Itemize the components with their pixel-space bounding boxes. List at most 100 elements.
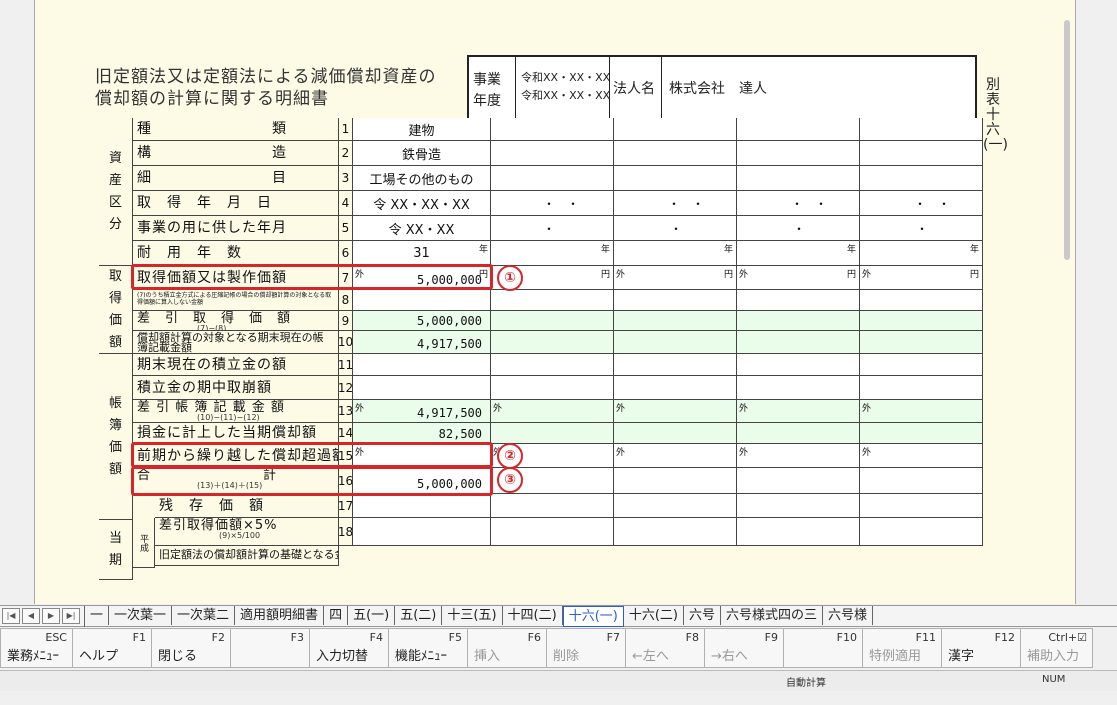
col5-row-18[interactable] <box>860 518 983 546</box>
col3-row-9[interactable] <box>614 311 737 331</box>
sheet-tab-3[interactable]: 適用額明細書 <box>235 605 325 625</box>
col4-row-15[interactable]: 外 <box>737 444 860 468</box>
col5-row-5[interactable]: ・ <box>860 216 983 241</box>
col3-row-6[interactable]: 年 <box>614 241 737 266</box>
col3-row-13[interactable]: 外 <box>614 400 737 423</box>
sheet-tab-10[interactable]: 十六(二) <box>624 605 685 625</box>
col3-row-7[interactable]: 外円 <box>614 266 737 290</box>
col5-row-4[interactable]: ・ ・ <box>860 191 983 216</box>
col5-row-13[interactable]: 外 <box>860 400 983 423</box>
sheet-tab-9[interactable]: 十六(一) <box>562 605 624 627</box>
sheet-tab-8[interactable]: 十四(二) <box>503 605 563 625</box>
fkey-f12-button[interactable]: F12 漢字 <box>941 628 1021 668</box>
col2-row-12[interactable] <box>491 376 614 400</box>
sheet-tab-0[interactable]: 一 <box>85 605 110 625</box>
col5-row-9[interactable] <box>860 311 983 331</box>
sheet-tab-6[interactable]: 五(二) <box>395 605 443 625</box>
col5-row-12[interactable] <box>860 376 983 400</box>
value-cell-9[interactable]: 5,000,000 <box>353 311 491 331</box>
value-cell-14[interactable]: 82,500 <box>353 423 491 444</box>
value-cell-1[interactable]: 建物 <box>353 118 491 141</box>
col4-row-10[interactable] <box>737 331 860 354</box>
col3-row-10[interactable] <box>614 331 737 354</box>
fkey-f3-button[interactable]: F3 <box>230 628 310 668</box>
col2-row-17[interactable] <box>491 494 614 518</box>
col2-row-3[interactable] <box>491 166 614 191</box>
fkey-f1-button[interactable]: F1 ヘルプ <box>72 628 152 668</box>
col3-row-4[interactable]: ・ ・ <box>614 191 737 216</box>
last-sheet-button[interactable]: ▶| <box>62 608 80 624</box>
value-cell-8[interactable] <box>353 290 491 311</box>
col4-row-6[interactable]: 年 <box>737 241 860 266</box>
col4-row-11[interactable] <box>737 354 860 376</box>
col4-row-9[interactable] <box>737 311 860 331</box>
col5-row-3[interactable] <box>860 166 983 191</box>
fkey-f9-button[interactable]: F9 →右へ <box>704 628 784 668</box>
value-cell-2[interactable]: 鉄骨造 <box>353 141 491 166</box>
first-sheet-button[interactable]: |◀ <box>2 608 20 624</box>
sheet-tab-4[interactable]: 四 <box>324 605 349 625</box>
col5-row-2[interactable] <box>860 141 983 166</box>
col3-row-1[interactable] <box>614 118 737 141</box>
fkey-f8-button[interactable]: F8 ←左へ <box>625 628 705 668</box>
value-cell-13[interactable]: 外 4,917,500 <box>353 400 491 423</box>
col3-row-11[interactable] <box>614 354 737 376</box>
fkey-f11-button[interactable]: F11 特例適用 <box>862 628 942 668</box>
value-cell-5[interactable]: 令 XX・XX <box>353 216 491 241</box>
fkey-f4-button[interactable]: F4 入力切替 <box>309 628 389 668</box>
fkey-f7-button[interactable]: F7 削除 <box>546 628 626 668</box>
sheet-tab-12[interactable]: 六号様式四の三 <box>721 605 824 625</box>
col5-row-7[interactable]: 外円 <box>860 266 983 290</box>
col3-row-17[interactable] <box>614 494 737 518</box>
col3-row-15[interactable]: 外 <box>614 444 737 468</box>
col2-row-4[interactable]: ・ ・ <box>491 191 614 216</box>
value-cell-10[interactable]: 4,917,500 <box>353 331 491 354</box>
sheet-tab-5[interactable]: 五(一) <box>348 605 396 625</box>
col5-row-10[interactable] <box>860 331 983 354</box>
col2-row-5[interactable]: ・ <box>491 216 614 241</box>
col2-row-10[interactable] <box>491 331 614 354</box>
col3-row-2[interactable] <box>614 141 737 166</box>
scroll-thumb[interactable] <box>1064 20 1070 260</box>
col2-row-11[interactable] <box>491 354 614 376</box>
col3-row-14[interactable] <box>614 423 737 444</box>
col2-row-6[interactable]: 年 <box>491 241 614 266</box>
sheet-tab-13[interactable]: 六号様 <box>823 605 874 625</box>
value-cell-11[interactable] <box>353 354 491 376</box>
col2-row-14[interactable] <box>491 423 614 444</box>
fkey-f5-button[interactable]: F5 機能ﾒﾆｭｰ <box>388 628 468 668</box>
col2-row-1[interactable] <box>491 118 614 141</box>
col5-row-11[interactable] <box>860 354 983 376</box>
col3-row-16[interactable] <box>614 468 737 494</box>
col5-row-16[interactable] <box>860 468 983 494</box>
value-cell-3[interactable]: 工場その他のもの <box>353 166 491 191</box>
col4-row-16[interactable] <box>737 468 860 494</box>
col4-row-2[interactable] <box>737 141 860 166</box>
sheet-tab-7[interactable]: 十三(五) <box>442 605 503 625</box>
col5-row-8[interactable] <box>860 290 983 311</box>
col4-row-18[interactable] <box>737 518 860 546</box>
col4-row-12[interactable] <box>737 376 860 400</box>
col4-row-5[interactable]: ・ <box>737 216 860 241</box>
period-to[interactable]: 令和XX・XX・XX <box>521 87 610 103</box>
col4-row-8[interactable] <box>737 290 860 311</box>
col4-row-4[interactable]: ・ ・ <box>737 191 860 216</box>
sheet-tab-11[interactable]: 六号 <box>684 605 722 625</box>
period-from[interactable]: 令和XX・XX・XX <box>521 69 610 85</box>
col3-row-5[interactable]: ・ <box>614 216 737 241</box>
col5-row-6[interactable]: 年 <box>860 241 983 266</box>
prev-sheet-button[interactable]: ◀ <box>22 608 40 624</box>
next-sheet-button[interactable]: ▶ <box>42 608 60 624</box>
vertical-scrollbar[interactable] <box>1080 0 1116 604</box>
col2-row-8[interactable] <box>491 290 614 311</box>
value-cell-6[interactable]: 年 31 <box>353 241 491 266</box>
col2-row-18[interactable] <box>491 518 614 546</box>
value-cell-17[interactable] <box>353 494 491 518</box>
col4-row-7[interactable]: 外円 <box>737 266 860 290</box>
fkey-ctrl-button[interactable]: Ctrl+☑ 補助入力 <box>1020 628 1093 668</box>
col4-row-13[interactable]: 外 <box>737 400 860 423</box>
fkey-f2-button[interactable]: F2 閉じる <box>151 628 231 668</box>
col3-row-12[interactable] <box>614 376 737 400</box>
col3-row-3[interactable] <box>614 166 737 191</box>
col5-row-14[interactable] <box>860 423 983 444</box>
